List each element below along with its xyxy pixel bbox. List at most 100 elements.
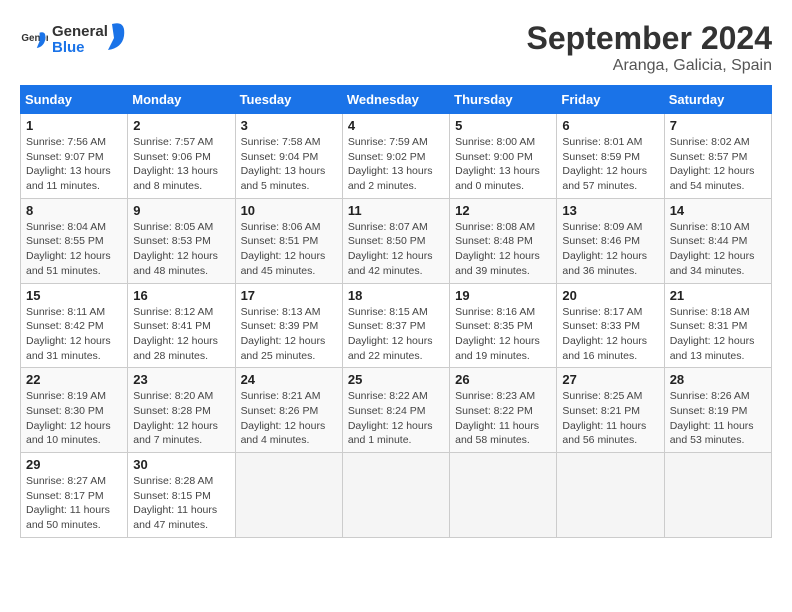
day-detail: Sunrise: 8:23 AM Sunset: 8:22 PM Dayligh…: [455, 389, 551, 448]
day-number: 16: [133, 288, 229, 303]
day-number: 25: [348, 372, 444, 387]
day-detail: Sunrise: 8:05 AM Sunset: 8:53 PM Dayligh…: [133, 220, 229, 279]
day-cell: 19Sunrise: 8:16 AM Sunset: 8:35 PM Dayli…: [450, 283, 557, 368]
day-cell: [664, 453, 771, 538]
week-row-4: 22 Sunrise: 8:19 AM Sunset: 8:30 PM Dayli…: [21, 368, 772, 453]
day-number: 8: [26, 203, 122, 218]
day-detail: Sunrise: 8:17 AM Sunset: 8:33 PM Dayligh…: [562, 305, 658, 364]
column-header-saturday: Saturday: [664, 86, 771, 114]
day-detail: Sunrise: 8:02 AM Sunset: 8:57 PM Dayligh…: [670, 135, 766, 194]
day-number: 10: [241, 203, 337, 218]
column-header-thursday: Thursday: [450, 86, 557, 114]
day-detail: Sunrise: 7:59 AM Sunset: 9:02 PM Dayligh…: [348, 135, 444, 194]
logo: General General Blue: [20, 20, 142, 61]
week-row-1: 1 Sunrise: 7:56 AM Sunset: 9:07 PM Daylig…: [21, 114, 772, 199]
day-cell: 26 Sunrise: 8:23 AM Sunset: 8:22 PM Dayli…: [450, 368, 557, 453]
day-detail: Sunrise: 8:15 AM Sunset: 8:37 PM Dayligh…: [348, 305, 444, 364]
day-cell: 4 Sunrise: 7:59 AM Sunset: 9:02 PM Daylig…: [342, 114, 449, 199]
day-cell: 9 Sunrise: 8:05 AM Sunset: 8:53 PM Daylig…: [128, 198, 235, 283]
day-number: 14: [670, 203, 766, 218]
day-number: 20: [562, 288, 658, 303]
title-block: September 2024 Aranga, Galicia, Spain: [527, 20, 772, 75]
day-cell: 6 Sunrise: 8:01 AM Sunset: 8:59 PM Daylig…: [557, 114, 664, 199]
day-cell: 8Sunrise: 8:04 AM Sunset: 8:55 PM Daylig…: [21, 198, 128, 283]
day-number: 28: [670, 372, 766, 387]
day-cell: [235, 453, 342, 538]
day-detail: Sunrise: 8:26 AM Sunset: 8:19 PM Dayligh…: [670, 389, 766, 448]
day-cell: 23Sunrise: 8:20 AM Sunset: 8:28 PM Dayli…: [128, 368, 235, 453]
day-detail: Sunrise: 8:11 AM Sunset: 8:42 PM Dayligh…: [26, 305, 122, 364]
day-cell: 12 Sunrise: 8:08 AM Sunset: 8:48 PM Dayli…: [450, 198, 557, 283]
day-cell: 13Sunrise: 8:09 AM Sunset: 8:46 PM Dayli…: [557, 198, 664, 283]
week-row-3: 15 Sunrise: 8:11 AM Sunset: 8:42 PM Dayli…: [21, 283, 772, 368]
day-cell: 22 Sunrise: 8:19 AM Sunset: 8:30 PM Dayli…: [21, 368, 128, 453]
day-cell: 5 Sunrise: 8:00 AM Sunset: 9:00 PM Daylig…: [450, 114, 557, 199]
column-header-wednesday: Wednesday: [342, 86, 449, 114]
day-detail: Sunrise: 7:56 AM Sunset: 9:07 PM Dayligh…: [26, 135, 122, 194]
column-header-sunday: Sunday: [21, 86, 128, 114]
day-detail: Sunrise: 7:58 AM Sunset: 9:04 PM Dayligh…: [241, 135, 337, 194]
day-detail: Sunrise: 8:20 AM Sunset: 8:28 PM Dayligh…: [133, 389, 229, 448]
column-header-monday: Monday: [128, 86, 235, 114]
page-header: General General Blue September 2024 Aran…: [20, 20, 772, 75]
day-cell: 14 Sunrise: 8:10 AM Sunset: 8:44 PM Dayli…: [664, 198, 771, 283]
day-detail: Sunrise: 8:07 AM Sunset: 8:50 PM Dayligh…: [348, 220, 444, 279]
day-cell: 25Sunrise: 8:22 AM Sunset: 8:24 PM Dayli…: [342, 368, 449, 453]
day-detail: Sunrise: 8:00 AM Sunset: 9:00 PM Dayligh…: [455, 135, 551, 194]
day-cell: [557, 453, 664, 538]
day-cell: 2 Sunrise: 7:57 AM Sunset: 9:06 PM Daylig…: [128, 114, 235, 199]
logo-wordmark: General Blue: [52, 20, 142, 61]
logo-icon: General: [20, 27, 48, 55]
day-cell: 3 Sunrise: 7:58 AM Sunset: 9:04 PM Daylig…: [235, 114, 342, 199]
day-number: 29: [26, 457, 122, 472]
day-cell: 1 Sunrise: 7:56 AM Sunset: 9:07 PM Daylig…: [21, 114, 128, 199]
day-detail: Sunrise: 8:08 AM Sunset: 8:48 PM Dayligh…: [455, 220, 551, 279]
day-cell: [450, 453, 557, 538]
month-title: September 2024: [527, 20, 772, 57]
day-detail: Sunrise: 8:28 AM Sunset: 8:15 PM Dayligh…: [133, 474, 229, 533]
day-cell: 30 Sunrise: 8:28 AM Sunset: 8:15 PM Dayli…: [128, 453, 235, 538]
day-cell: 27 Sunrise: 8:25 AM Sunset: 8:21 PM Dayli…: [557, 368, 664, 453]
day-detail: Sunrise: 8:25 AM Sunset: 8:21 PM Dayligh…: [562, 389, 658, 448]
day-cell: 20 Sunrise: 8:17 AM Sunset: 8:33 PM Dayli…: [557, 283, 664, 368]
day-detail: Sunrise: 8:19 AM Sunset: 8:30 PM Dayligh…: [26, 389, 122, 448]
day-number: 2: [133, 118, 229, 133]
day-number: 26: [455, 372, 551, 387]
day-number: 18: [348, 288, 444, 303]
day-detail: Sunrise: 8:16 AM Sunset: 8:35 PM Dayligh…: [455, 305, 551, 364]
day-detail: Sunrise: 7:57 AM Sunset: 9:06 PM Dayligh…: [133, 135, 229, 194]
day-detail: Sunrise: 8:09 AM Sunset: 8:46 PM Dayligh…: [562, 220, 658, 279]
column-header-tuesday: Tuesday: [235, 86, 342, 114]
day-detail: Sunrise: 8:27 AM Sunset: 8:17 PM Dayligh…: [26, 474, 122, 533]
day-number: 3: [241, 118, 337, 133]
day-number: 22: [26, 372, 122, 387]
day-cell: [342, 453, 449, 538]
day-number: 27: [562, 372, 658, 387]
day-number: 11: [348, 203, 444, 218]
day-number: 9: [133, 203, 229, 218]
day-number: 6: [562, 118, 658, 133]
day-number: 12: [455, 203, 551, 218]
day-cell: 21Sunrise: 8:18 AM Sunset: 8:31 PM Dayli…: [664, 283, 771, 368]
day-detail: Sunrise: 8:10 AM Sunset: 8:44 PM Dayligh…: [670, 220, 766, 279]
day-detail: Sunrise: 8:18 AM Sunset: 8:31 PM Dayligh…: [670, 305, 766, 364]
day-detail: Sunrise: 8:06 AM Sunset: 8:51 PM Dayligh…: [241, 220, 337, 279]
location-title: Aranga, Galicia, Spain: [527, 57, 772, 75]
calendar-table: SundayMondayTuesdayWednesdayThursdayFrid…: [20, 85, 772, 538]
day-cell: 17Sunrise: 8:13 AM Sunset: 8:39 PM Dayli…: [235, 283, 342, 368]
day-cell: 15 Sunrise: 8:11 AM Sunset: 8:42 PM Dayli…: [21, 283, 128, 368]
day-detail: Sunrise: 8:01 AM Sunset: 8:59 PM Dayligh…: [562, 135, 658, 194]
week-row-2: 8Sunrise: 8:04 AM Sunset: 8:55 PM Daylig…: [21, 198, 772, 283]
day-detail: Sunrise: 8:13 AM Sunset: 8:39 PM Dayligh…: [241, 305, 337, 364]
day-number: 5: [455, 118, 551, 133]
day-cell: 24Sunrise: 8:21 AM Sunset: 8:26 PM Dayli…: [235, 368, 342, 453]
day-number: 15: [26, 288, 122, 303]
day-cell: 10 Sunrise: 8:06 AM Sunset: 8:51 PM Dayli…: [235, 198, 342, 283]
day-number: 30: [133, 457, 229, 472]
day-cell: 7 Sunrise: 8:02 AM Sunset: 8:57 PM Daylig…: [664, 114, 771, 199]
day-number: 7: [670, 118, 766, 133]
day-number: 1: [26, 118, 122, 133]
day-number: 4: [348, 118, 444, 133]
day-cell: 28 Sunrise: 8:26 AM Sunset: 8:19 PM Dayli…: [664, 368, 771, 453]
day-detail: Sunrise: 8:21 AM Sunset: 8:26 PM Dayligh…: [241, 389, 337, 448]
